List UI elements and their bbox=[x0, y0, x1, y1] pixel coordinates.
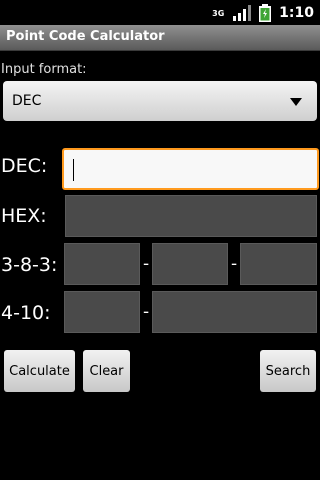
battery-charging-icon bbox=[259, 4, 272, 22]
separator-dash: - bbox=[143, 302, 150, 322]
status-icons: 3G 1:10 bbox=[211, 3, 314, 23]
f383-part2-input[interactable] bbox=[152, 243, 228, 285]
status-bar: 3G 1:10 bbox=[0, 0, 320, 25]
f410-part2-input[interactable] bbox=[152, 291, 317, 333]
separator-dash: - bbox=[143, 254, 150, 274]
text-cursor bbox=[73, 159, 74, 181]
f410-part1-input[interactable] bbox=[64, 291, 140, 333]
app-title: Point Code Calculator bbox=[6, 29, 165, 44]
dec-input[interactable] bbox=[62, 148, 319, 190]
f383-part1-input[interactable] bbox=[64, 243, 140, 285]
hex-input[interactable] bbox=[65, 195, 317, 237]
format-383-label: 3-8-3: bbox=[1, 254, 58, 276]
signal-3g-icon: 3G bbox=[212, 9, 225, 18]
dec-label: DEC: bbox=[1, 155, 48, 177]
dropdown-arrow-icon bbox=[290, 98, 302, 106]
title-bar: Point Code Calculator bbox=[0, 25, 320, 51]
clear-button[interactable]: Clear bbox=[83, 350, 130, 392]
format-410-label: 4-10: bbox=[1, 302, 51, 324]
calculate-button[interactable]: Calculate bbox=[4, 350, 75, 392]
clock: 1:10 bbox=[279, 5, 314, 21]
input-format-dropdown[interactable]: DEC bbox=[3, 81, 317, 121]
separator-dash: - bbox=[231, 254, 238, 274]
input-format-label: Input format: bbox=[1, 62, 87, 77]
signal-bars-icon bbox=[233, 5, 252, 21]
search-button[interactable]: Search bbox=[260, 350, 316, 392]
input-format-value: DEC bbox=[12, 93, 42, 109]
f383-part3-input[interactable] bbox=[240, 243, 317, 285]
hex-label: HEX: bbox=[1, 205, 47, 227]
